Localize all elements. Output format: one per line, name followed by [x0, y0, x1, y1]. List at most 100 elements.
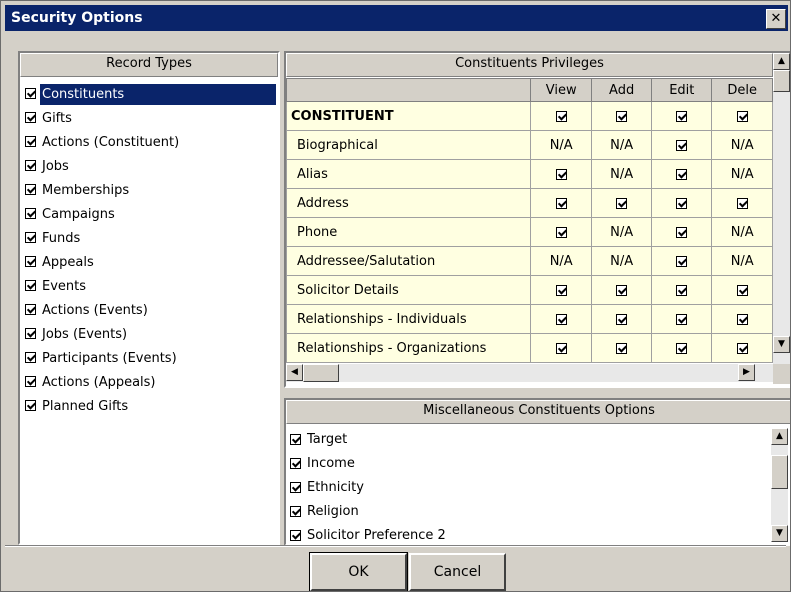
checkbox[interactable] — [616, 110, 628, 122]
checkbox[interactable] — [616, 342, 628, 354]
privilege-checkbox-cell[interactable] — [651, 101, 713, 131]
privilege-checkbox-cell[interactable] — [651, 159, 713, 189]
scroll-thumb[interactable] — [773, 70, 790, 92]
record-type-item[interactable]: Gifts — [20, 108, 278, 129]
checkbox[interactable] — [25, 352, 36, 363]
privilege-checkbox-cell[interactable] — [591, 304, 653, 334]
privilege-checkbox-cell[interactable] — [651, 217, 713, 247]
checkbox[interactable] — [555, 313, 567, 325]
checkbox[interactable] — [290, 458, 301, 469]
privilege-checkbox-cell[interactable] — [530, 217, 593, 247]
scroll-up-button[interactable]: ▲ — [773, 53, 790, 70]
checkbox[interactable] — [676, 284, 688, 296]
privilege-checkbox-cell[interactable] — [530, 275, 593, 305]
privilege-checkbox-cell[interactable] — [530, 304, 593, 334]
hscroll-thumb[interactable] — [303, 364, 339, 382]
checkbox[interactable] — [676, 197, 688, 209]
checkbox[interactable] — [555, 197, 567, 209]
misc-vscrollbar[interactable]: ▲ ▼ — [771, 428, 788, 542]
privilege-checkbox-cell[interactable] — [651, 130, 713, 160]
checkbox[interactable] — [555, 342, 567, 354]
checkbox[interactable] — [25, 112, 36, 123]
checkbox[interactable] — [736, 342, 748, 354]
checkbox[interactable] — [676, 226, 688, 238]
ok-button[interactable]: OK — [309, 552, 408, 591]
privilege-checkbox-cell[interactable] — [651, 275, 713, 305]
checkbox[interactable] — [25, 184, 36, 195]
checkbox[interactable] — [676, 139, 688, 151]
checkbox[interactable] — [555, 168, 567, 180]
checkbox[interactable] — [616, 313, 628, 325]
scroll-down-button[interactable]: ▼ — [773, 336, 790, 353]
checkbox[interactable] — [616, 284, 628, 296]
checkbox[interactable] — [25, 280, 36, 291]
record-type-item[interactable]: Memberships — [20, 180, 278, 201]
checkbox[interactable] — [25, 136, 36, 147]
checkbox[interactable] — [25, 376, 36, 387]
privilege-checkbox-cell[interactable] — [711, 304, 773, 334]
privilege-checkbox-cell[interactable] — [651, 304, 713, 334]
checkbox[interactable] — [676, 313, 688, 325]
checkbox[interactable] — [25, 256, 36, 267]
checkbox[interactable] — [290, 506, 301, 517]
close-button[interactable]: ✕ — [766, 9, 786, 29]
checkbox[interactable] — [676, 255, 688, 267]
checkbox[interactable] — [676, 342, 688, 354]
record-type-item[interactable]: Jobs (Events) — [20, 324, 278, 345]
privilege-checkbox-cell[interactable] — [651, 333, 713, 363]
record-type-item[interactable]: Campaigns — [20, 204, 278, 225]
privileges-hscrollbar[interactable]: ◀ ▶ — [286, 364, 773, 382]
checkbox[interactable] — [25, 88, 36, 99]
scroll-right-button[interactable]: ▶ — [738, 364, 755, 381]
checkbox[interactable] — [290, 482, 301, 493]
checkbox[interactable] — [555, 284, 567, 296]
checkbox[interactable] — [25, 208, 36, 219]
record-type-item[interactable]: Constituents — [20, 84, 278, 105]
record-type-item[interactable]: Funds — [20, 228, 278, 249]
privilege-checkbox-cell[interactable] — [711, 101, 773, 131]
checkbox[interactable] — [736, 110, 748, 122]
record-type-item[interactable]: Actions (Events) — [20, 300, 278, 321]
privilege-checkbox-cell[interactable] — [651, 188, 713, 218]
privilege-checkbox-cell[interactable] — [711, 188, 773, 218]
misc-scroll-thumb[interactable] — [771, 455, 788, 489]
checkbox[interactable] — [25, 232, 36, 243]
checkbox[interactable] — [25, 304, 36, 315]
checkbox[interactable] — [676, 168, 688, 180]
checkbox[interactable] — [25, 400, 36, 411]
checkbox[interactable] — [736, 313, 748, 325]
record-type-item[interactable]: Events — [20, 276, 278, 297]
record-type-item[interactable]: Actions (Constituent) — [20, 132, 278, 153]
privilege-checkbox-cell[interactable] — [591, 101, 653, 131]
checkbox[interactable] — [676, 110, 688, 122]
privilege-checkbox-cell[interactable] — [711, 275, 773, 305]
cancel-button[interactable]: Cancel — [409, 553, 506, 591]
checkbox[interactable] — [555, 110, 567, 122]
record-type-item[interactable]: Appeals — [20, 252, 278, 273]
privilege-checkbox-cell[interactable] — [530, 101, 593, 131]
privilege-checkbox-cell[interactable] — [530, 333, 593, 363]
checkbox[interactable] — [290, 530, 301, 541]
scroll-left-button[interactable]: ◀ — [286, 364, 303, 381]
privilege-checkbox-cell[interactable] — [530, 188, 593, 218]
record-type-item[interactable]: Jobs — [20, 156, 278, 177]
privilege-checkbox-cell[interactable] — [651, 246, 713, 276]
misc-scroll-down-button[interactable]: ▼ — [771, 525, 788, 542]
checkbox[interactable] — [736, 284, 748, 296]
checkbox[interactable] — [736, 197, 748, 209]
privilege-checkbox-cell[interactable] — [591, 333, 653, 363]
checkbox[interactable] — [555, 226, 567, 238]
privileges-vscrollbar[interactable]: ▲ ▼ — [773, 53, 790, 364]
misc-scroll-up-button[interactable]: ▲ — [771, 428, 788, 445]
checkbox[interactable] — [25, 160, 36, 171]
privilege-checkbox-cell[interactable] — [591, 275, 653, 305]
privilege-checkbox-cell[interactable] — [530, 159, 593, 189]
checkbox[interactable] — [290, 434, 301, 445]
checkbox[interactable] — [616, 197, 628, 209]
privilege-checkbox-cell[interactable] — [591, 188, 653, 218]
privilege-checkbox-cell[interactable] — [711, 333, 773, 363]
checkbox[interactable] — [25, 328, 36, 339]
record-type-item[interactable]: Planned Gifts — [20, 396, 278, 417]
record-type-item[interactable]: Actions (Appeals) — [20, 372, 278, 393]
record-type-item[interactable]: Participants (Events) — [20, 348, 278, 369]
